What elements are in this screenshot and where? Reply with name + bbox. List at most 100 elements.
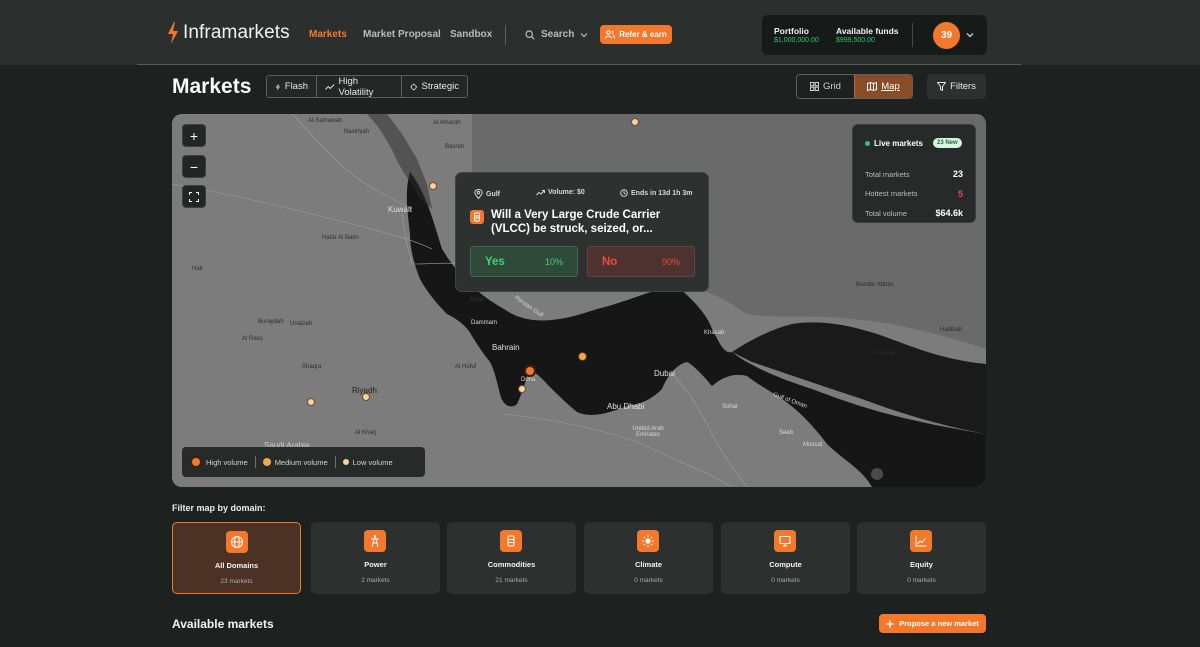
- no-option-button[interactable]: No 90%: [587, 246, 695, 277]
- market-marker-low[interactable]: [307, 398, 315, 406]
- popup-volume-label: Volume: $0: [548, 189, 585, 196]
- domain-card-power[interactable]: Power 2 markets: [311, 522, 440, 594]
- market-popup[interactable]: Gulf Volume: $0 Ends in 13d 1h 3m Will a…: [455, 172, 709, 292]
- trend-icon: [325, 83, 335, 90]
- market-marker-low[interactable]: [429, 182, 437, 190]
- map-label: Al-Samawah: [308, 118, 343, 124]
- view-toggle: Grid Map: [796, 74, 913, 99]
- domain-name: Climate: [634, 560, 663, 569]
- map-label: Buraydah: [258, 319, 284, 325]
- location-pin-icon: [474, 189, 483, 199]
- domain-card-compute[interactable]: Compute 0 markets: [721, 522, 850, 594]
- brand-name: Inframarkets: [183, 22, 290, 43]
- power-tower-icon: [364, 530, 386, 552]
- live-indicator-icon: [865, 141, 870, 146]
- search-label: Search: [541, 29, 575, 40]
- popup-ends-label: Ends in 13d 1h 3m: [631, 189, 693, 197]
- bolt-icon: [275, 83, 281, 90]
- map-label: Kuwait: [388, 205, 413, 214]
- market-marker-low[interactable]: [518, 385, 526, 393]
- page-title: Markets: [172, 75, 252, 98]
- yes-option-button[interactable]: Yes 10%: [470, 246, 578, 277]
- grid-icon: [810, 82, 820, 91]
- filter-strategic[interactable]: Strategic: [402, 76, 467, 97]
- market-marker-low[interactable]: [631, 118, 639, 126]
- yes-label: Yes: [485, 255, 505, 268]
- domain-name: Equity: [910, 560, 933, 569]
- popup-ends: Ends in 13d 1h 3m: [620, 189, 692, 197]
- portfolio-value: $1,000,000.00: [774, 37, 819, 44]
- market-marker-high[interactable]: [524, 365, 536, 377]
- search-icon: [525, 29, 535, 40]
- domain-name: Compute: [769, 560, 802, 569]
- refer-earn-button[interactable]: Refer & earn: [600, 25, 672, 44]
- market-marker-low[interactable]: [362, 393, 370, 401]
- popup-market-title[interactable]: Will a Very Large Crude Carrier (VLCC) b…: [491, 208, 696, 236]
- market-type-filter: Flash High Volatility Strategic: [266, 75, 468, 98]
- markets-map[interactable]: Al-Samawah Nasiriyah Al Amarah Basrah Ku…: [172, 114, 986, 487]
- medium-volume-dot-icon: [262, 458, 271, 466]
- zoom-out-button[interactable]: −: [182, 155, 206, 178]
- filter-high-volatility-label: High Volatility: [338, 75, 374, 98]
- domain-count: 0 markets: [907, 577, 936, 584]
- market-marker-medium[interactable]: [578, 352, 587, 361]
- users-icon: [605, 30, 616, 39]
- map-label: United Arab Emirates: [632, 426, 664, 438]
- domain-count: 23 markets: [220, 578, 253, 585]
- map-label: Unaizah: [290, 321, 313, 327]
- low-volume-dot-icon: [342, 459, 349, 465]
- domain-card-equity[interactable]: Equity 0 markets: [857, 522, 986, 594]
- portfolio-label: Portfolio: [774, 26, 809, 36]
- legend-low: Low volume: [336, 458, 400, 467]
- chart-icon: [910, 530, 932, 552]
- domain-card-all[interactable]: All Domains 23 markets: [172, 522, 301, 594]
- total-volume-value: $64.6k: [935, 208, 963, 218]
- avatar[interactable]: 39: [933, 22, 960, 49]
- fullscreen-icon: [189, 191, 199, 202]
- filters-button[interactable]: Filters: [927, 74, 986, 99]
- legend-high-label: High volume: [206, 457, 248, 467]
- available-markets-title: Available markets: [172, 617, 274, 631]
- domain-count: 2 markets: [361, 577, 390, 584]
- chevron-down-icon[interactable]: [965, 30, 975, 40]
- map-label: Al Kharj: [355, 430, 377, 436]
- search-button[interactable]: Search: [525, 29, 588, 40]
- popup-region-label: Gulf: [486, 190, 500, 198]
- filter-strategic-label: Strategic: [421, 81, 460, 92]
- domain-filter-title: Filter map by domain:: [172, 503, 266, 513]
- domain-count: 21 markets: [495, 577, 528, 584]
- brand-logo[interactable]: Inframarkets: [167, 22, 290, 44]
- funnel-icon: [937, 82, 947, 91]
- propose-market-button[interactable]: Propose a new market: [879, 614, 986, 633]
- filter-high-volatility[interactable]: High Volatility: [317, 76, 402, 97]
- nav-sandbox[interactable]: Sandbox: [450, 29, 492, 40]
- view-grid-button[interactable]: Grid: [797, 75, 854, 98]
- domain-card-commodities[interactable]: Commodities 21 markets: [447, 522, 576, 594]
- live-markets-panel: Live markets 23 New Total markets 23 Hot…: [852, 124, 976, 223]
- funds-label: Available funds: [836, 26, 899, 36]
- view-map-button[interactable]: Map: [854, 75, 912, 98]
- fullscreen-button[interactable]: [182, 185, 206, 208]
- map-label: Hafar Al Batin: [322, 235, 359, 241]
- nav-market-proposal[interactable]: Market Proposal: [363, 29, 441, 40]
- barrel-icon: [500, 530, 522, 552]
- map-label: Bahrain: [492, 343, 520, 352]
- legend-low-label: Low volume: [352, 457, 393, 467]
- domain-name: Commodities: [487, 560, 536, 569]
- filter-flash-label: Flash: [284, 81, 308, 92]
- refer-label: Refer & earn: [619, 30, 667, 39]
- domain-card-climate[interactable]: Climate 0 markets: [584, 522, 713, 594]
- filters-label: Filters: [950, 81, 976, 92]
- domain-count: 0 markets: [634, 577, 663, 584]
- map-icon: [867, 82, 878, 91]
- domain-name: Power: [364, 560, 387, 569]
- account-divider: [912, 23, 913, 47]
- filter-flash[interactable]: Flash: [267, 76, 317, 97]
- chevron-down-icon: [580, 32, 588, 37]
- zoom-in-button[interactable]: +: [182, 124, 206, 147]
- map-label: Al Amarah: [433, 120, 461, 126]
- map-label: Sohar: [722, 404, 739, 410]
- nav-markets[interactable]: Markets: [309, 29, 347, 40]
- map-label: Dubai: [654, 369, 675, 378]
- map-label: Basrah: [445, 144, 465, 150]
